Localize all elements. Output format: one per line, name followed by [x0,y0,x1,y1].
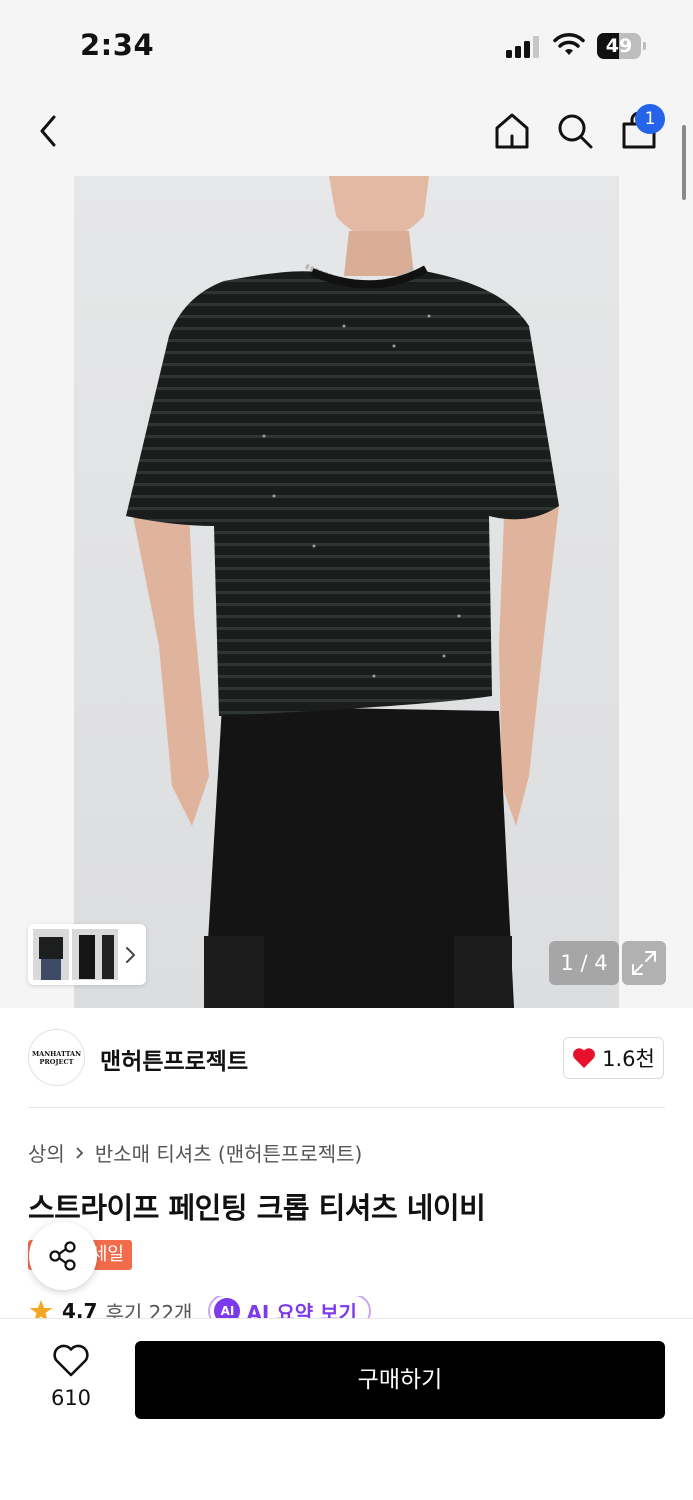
model-wearing-tshirt-image [126,176,559,1008]
status-time: 2:34 [80,28,155,62]
brand-name[interactable]: 맨허튼프로젝트 [100,1042,248,1076]
brand-logo[interactable]: MANHATTAN PROJECT [28,1029,85,1086]
buy-button[interactable]: 구매하기 [135,1341,665,1419]
back-button[interactable] [24,106,74,156]
share-button[interactable] [29,1222,97,1290]
thumbnail-1[interactable] [33,929,69,980]
share-icon [49,1241,76,1271]
brand-like-count: 1.6천 [602,1047,655,1071]
battery-icon: 49 [597,33,647,59]
top-nav-bar [0,90,693,176]
bottom-action-bar: 610 구매하기 [0,1318,693,1500]
status-bar: 2:34 49 [0,0,693,90]
wishlist-button[interactable]: 610 [30,1344,112,1424]
cart-count-badge: 1 [635,104,665,134]
wishlist-count: 610 [50,1386,92,1410]
chevron-left-icon [40,115,56,147]
breadcrumb-item[interactable]: 상의 [28,1138,65,1167]
heart-outline-icon [53,1344,89,1377]
brand-like-button[interactable]: 1.6천 [563,1037,664,1079]
scrollbar[interactable] [682,125,686,200]
battery-level: 49 [605,35,633,57]
chevron-right-icon [76,1146,84,1159]
chevron-right-icon[interactable] [124,945,138,965]
wifi-icon [553,33,585,55]
search-icon [558,114,593,149]
expand-image-button[interactable] [622,941,666,985]
cellular-signal-icon [506,36,542,58]
heart-filled-icon [573,1048,596,1068]
brand-row: MANHATTAN PROJECT 맨허튼프로젝트 1.6천 [0,1008,693,1108]
home-icon [495,113,529,149]
expand-icon [632,951,656,975]
divider [28,1107,665,1108]
image-page-counter: 1 / 4 [549,941,619,985]
product-title: 스트라이프 페인팅 크롭 티셔츠 네이비 [28,1191,486,1225]
product-image-gallery[interactable] [0,176,693,1008]
breadcrumb-item[interactable]: 반소매 티셔츠 (맨허튼프로젝트) [95,1138,363,1167]
thumbnail-3[interactable] [98,929,118,980]
home-button[interactable] [487,106,537,156]
product-photo [74,176,619,1008]
breadcrumb: 상의 반소매 티셔츠 (맨허튼프로젝트) [28,1138,362,1167]
search-button[interactable] [550,106,600,156]
